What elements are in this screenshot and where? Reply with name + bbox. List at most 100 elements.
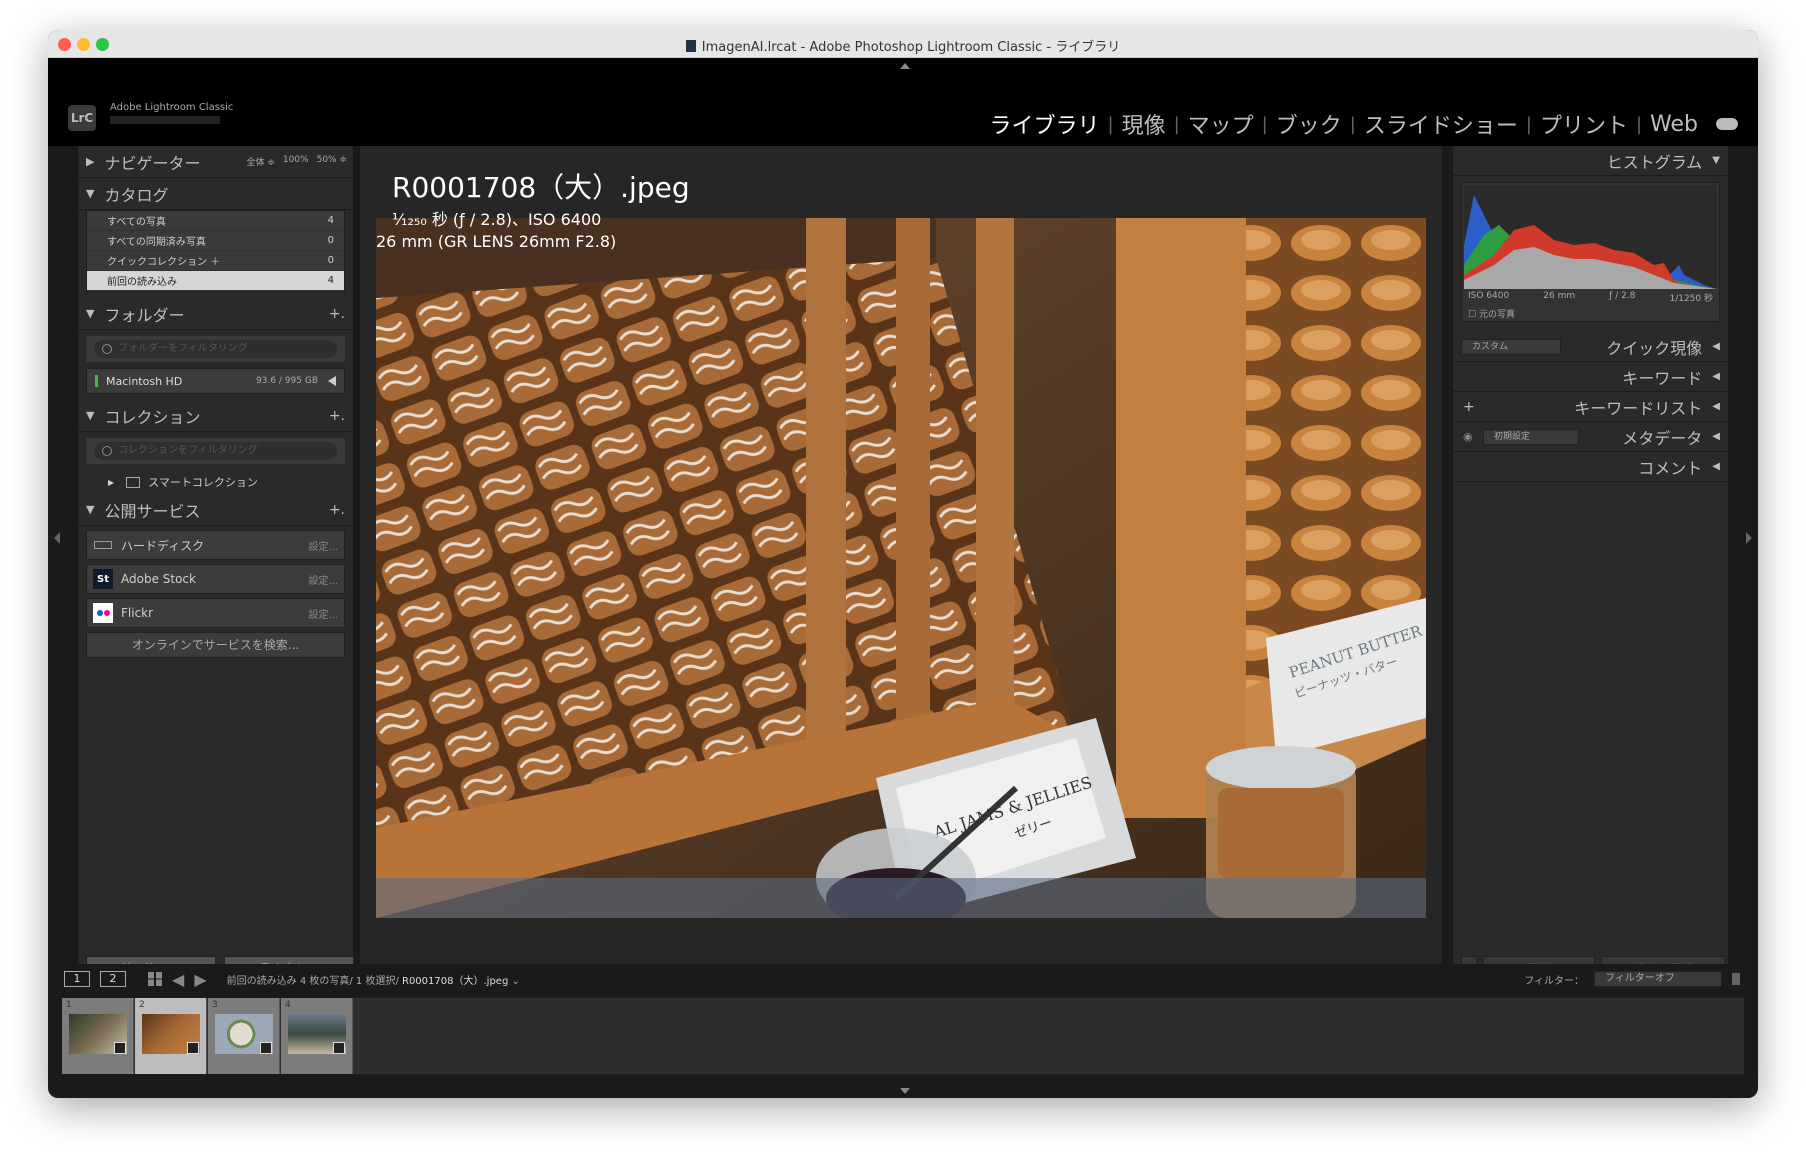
secondary-display-button[interactable]: 2 <box>100 971 126 987</box>
catalog-item-label: すべての同期済み写真 <box>107 237 206 248</box>
left-panel-toggle-icon[interactable] <box>54 532 60 544</box>
catalog-item-label: クイックコレクション ＋ <box>107 257 221 268</box>
top-panel-toggle-icon[interactable] <box>900 63 910 69</box>
main-photo[interactable]: AL JAMS & JELLIES ゼリー PEANUT BUTTER ピーナッ… <box>376 218 1426 918</box>
module-web[interactable]: Web <box>1642 112 1706 137</box>
catalog-item-previous-import[interactable]: 前回の読み込み 4 <box>87 271 344 291</box>
filmstrip-summary: 4 枚の写真/ 1 枚選択/ <box>299 975 399 987</box>
zoom-fit[interactable]: 全体 ≑ <box>246 155 274 168</box>
service-setup-link[interactable]: 設定... <box>308 606 338 621</box>
histogram: ISO 6400 26 mm ƒ / 2.8 1/1250 秒 ☐ 元の写真 <box>1461 182 1720 322</box>
filmstrip-thumb[interactable]: 4 <box>281 998 353 1074</box>
quick-develop-header[interactable]: カスタム クイック現像 ◀ <box>1453 332 1728 362</box>
histogram-focal: 26 mm <box>1543 291 1576 301</box>
thumb-number: 2 <box>139 1000 145 1010</box>
catalog-item-quick-collection[interactable]: クイックコレクション ＋ 0 <box>87 251 344 271</box>
collections-title: コレクション <box>104 407 201 427</box>
expanded-triangle-icon: ▼ <box>86 307 95 320</box>
module-map[interactable]: マップ <box>1180 108 1262 140</box>
service-hard-disk[interactable]: ハードディスク 設定... <box>86 530 345 560</box>
edit-badge-icon <box>333 1042 345 1054</box>
cloud-icon[interactable] <box>1716 118 1738 130</box>
photo-bakery-image: AL JAMS & JELLIES ゼリー PEANUT BUTTER ピーナッ… <box>376 218 1426 918</box>
filmstrip-thumb[interactable]: 3 <box>208 998 280 1074</box>
publish-services-title: 公開サービス <box>104 501 201 521</box>
comments-header[interactable]: コメント ◀ <box>1453 452 1728 482</box>
filmstrip-thumb[interactable]: 2 <box>135 998 207 1074</box>
filmstrip-thumb[interactable]: 1 <box>62 998 134 1074</box>
flickr-icon <box>93 603 113 623</box>
service-setup-link[interactable]: 設定... <box>308 572 338 587</box>
add-keyword-icon[interactable]: + <box>1463 399 1475 415</box>
catalog-item-count: 4 <box>327 275 334 286</box>
folders-header[interactable]: ▼ フォルダー +. <box>78 298 353 330</box>
smart-collection-set[interactable]: ▶ スマートコレクション <box>78 470 353 494</box>
filmstrip-breadcrumb[interactable]: 前回の読み込み 4 枚の写真/ 1 枚選択/ R0001708（大）.jpeg … <box>227 972 520 987</box>
filmstrip-selected-file: R0001708（大）.jpeg <box>402 975 509 987</box>
eye-icon[interactable]: ◉ <box>1463 430 1473 443</box>
edit-badge-icon <box>114 1042 126 1054</box>
find-more-services-button[interactable]: オンラインでサービスを検索... <box>86 632 345 658</box>
catalog-item-synced[interactable]: すべての同期済み写真 0 <box>87 231 344 251</box>
hard-disk-icon <box>93 535 113 555</box>
adobe-stock-icon: St <box>93 569 113 589</box>
quick-develop-preset: カスタム <box>1472 342 1509 352</box>
right-panel: ヒストグラム ▼ ISO 6400 26 mm ƒ / 2.8 1/1250 秒… <box>1453 146 1728 988</box>
filter-select[interactable]: フィルターオフ <box>1594 971 1722 987</box>
metadata-title: メタデータ <box>1622 428 1703 448</box>
grid-view-icon[interactable] <box>148 972 162 986</box>
catalog-item-count: 0 <box>327 255 334 266</box>
filter-lock-icon[interactable] <box>1732 973 1740 985</box>
module-slideshow[interactable]: スライドショー <box>1356 108 1526 140</box>
module-library[interactable]: ライブラリ <box>981 108 1107 140</box>
catalog-item-label: すべての写真 <box>107 217 166 228</box>
navigator-header[interactable]: ▶ ナビゲーター 全体 ≑ 100% 50% ≑ <box>78 146 353 178</box>
zoom-50[interactable]: 50% ≑ <box>317 155 347 168</box>
quick-develop-preset-select[interactable]: カスタム <box>1461 339 1561 355</box>
service-setup-link[interactable]: 設定... <box>308 538 338 553</box>
document-icon <box>685 40 696 52</box>
add-collection-icon[interactable]: +. <box>329 408 345 424</box>
thumb-number: 1 <box>66 1000 72 1010</box>
add-folder-icon[interactable]: +. <box>329 306 345 322</box>
folders-title: フォルダー <box>104 305 185 325</box>
catalog-header[interactable]: ▼ カタログ <box>78 178 353 210</box>
collections-header[interactable]: ▼ コレクション +. <box>78 400 353 432</box>
service-adobe-stock[interactable]: St Adobe Stock 設定... <box>86 564 345 594</box>
zoom-100[interactable]: 100% <box>283 155 309 168</box>
volume-name: Macintosh HD <box>106 374 183 388</box>
metadata-preset-select[interactable]: 初期設定 <box>1483 429 1579 445</box>
app-name: Adobe Lightroom Classic <box>110 102 234 113</box>
original-photo-checkbox[interactable]: ☐ 元の写真 <box>1468 307 1515 320</box>
catalog-item-all[interactable]: すべての写真 4 <box>87 211 344 231</box>
metadata-header[interactable]: ◉ 初期設定 メタデータ ◀ <box>1453 422 1728 452</box>
comments-title: コメント <box>1638 458 1703 478</box>
histogram-header[interactable]: ヒストグラム ▼ <box>1453 146 1728 176</box>
keywording-header[interactable]: キーワード ◀ <box>1453 362 1728 392</box>
module-print[interactable]: プリント <box>1532 108 1636 140</box>
metadata-preset: 初期設定 <box>1494 432 1531 442</box>
volume-status-icon <box>95 375 98 387</box>
publish-services-header[interactable]: ▼ 公開サービス +. <box>78 494 353 526</box>
add-publish-service-icon[interactable]: +. <box>329 502 345 518</box>
primary-display-button[interactable]: 1 <box>64 971 90 987</box>
histogram-iso: ISO 6400 <box>1468 291 1510 301</box>
photo-filename: R0001708（大）.jpeg <box>392 171 690 204</box>
navigator-zoom-options: 全体 ≑ 100% 50% ≑ <box>246 155 347 168</box>
keyword-list-header[interactable]: + キーワードリスト ◀ <box>1453 392 1728 422</box>
identity-plate: LrC Adobe Lightroom Classic ライブラリ | 現像 | マ… <box>48 58 1758 146</box>
volume-caret-icon[interactable] <box>328 376 336 386</box>
window-title-text: ImagenAI.lrcat - Adobe Photoshop Lightro… <box>701 40 1121 55</box>
module-book[interactable]: ブック <box>1268 108 1350 140</box>
volume-macintosh-hd[interactable]: Macintosh HD 93.6 / 995 GB <box>86 368 345 394</box>
right-panel-toggle-icon[interactable] <box>1746 532 1752 544</box>
back-arrow-icon[interactable]: ◀ <box>172 970 184 989</box>
forward-arrow-icon[interactable]: ▶ <box>194 970 206 989</box>
service-flickr[interactable]: Flickr 設定... <box>86 598 345 628</box>
folder-filter-input[interactable]: フォルダーをフィルタリング <box>94 340 337 358</box>
thumb-number: 3 <box>212 1000 218 1010</box>
collection-filter-input[interactable]: コレクションをフィルタリング <box>94 442 337 460</box>
module-develop[interactable]: 現像 <box>1114 108 1174 140</box>
collapsed-left-triangle-icon: ◀ <box>1712 341 1720 352</box>
bottom-panel-toggle-icon[interactable] <box>900 1088 910 1094</box>
